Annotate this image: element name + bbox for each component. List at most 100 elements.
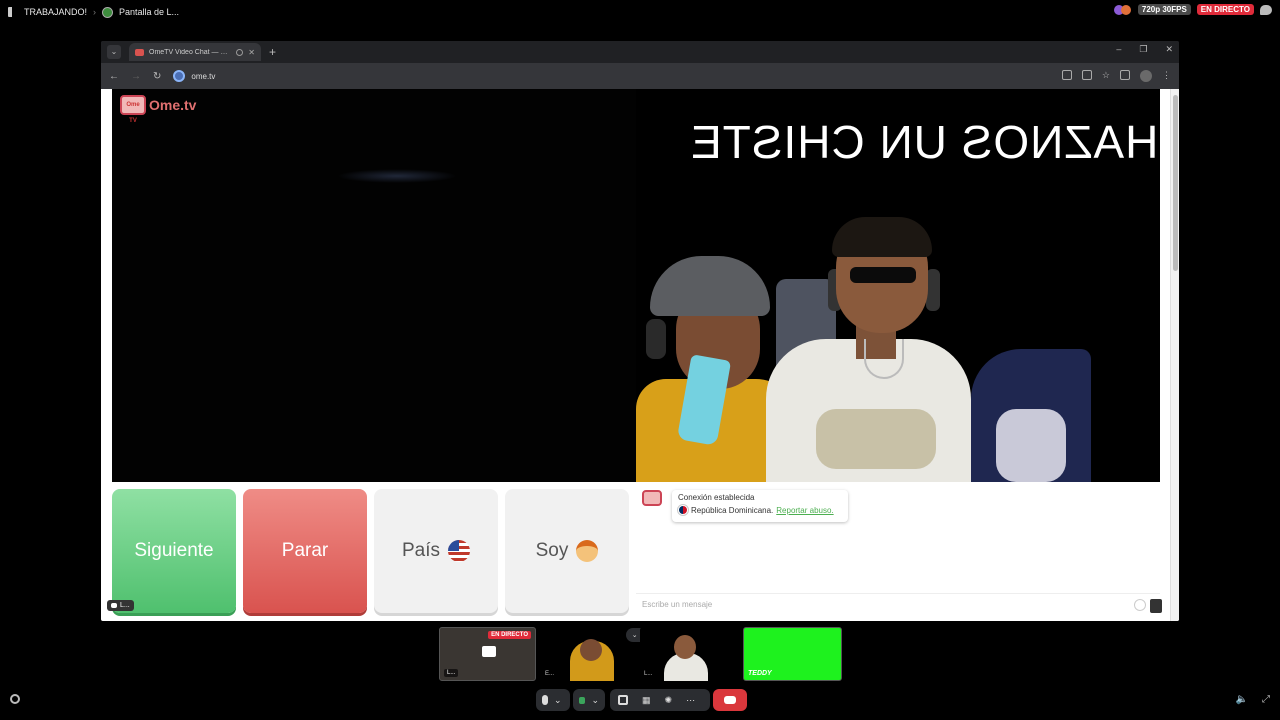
ometv-logo-icon: Ome TV xyxy=(120,95,146,124)
tools-group: ▦ ✺ ⋯ xyxy=(610,689,710,711)
gender-button[interactable]: Soy xyxy=(505,489,629,613)
activity-icon[interactable] xyxy=(10,694,20,704)
address-bar[interactable]: ome.tv xyxy=(173,70,215,82)
browser-window: ⌄ OmeTV Video Chat — Ome ✕ + – ❐ ✕ ← → ↻… xyxy=(101,41,1179,621)
next-label: Siguiente xyxy=(134,540,214,561)
call-controls: ⌄ ⌄ ▦ ✺ ⋯ 🔈 ⤢ xyxy=(0,686,1280,716)
local-video: Ome TV Ome.tv xyxy=(112,89,636,482)
screen-share-icon xyxy=(102,6,114,18)
remote-video: HAZNOS UN CHISTE xyxy=(636,89,1160,482)
url-text: ome.tv xyxy=(191,71,216,81)
browser-toolbar: ← → ↻ ome.tv ☆ ⋮ xyxy=(101,63,1179,89)
profile-avatar[interactable] xyxy=(1140,70,1152,82)
participant-tile-green[interactable]: TEDDY xyxy=(743,627,842,681)
stop-label: Parar xyxy=(281,540,329,561)
boy-emoji-icon xyxy=(576,540,599,562)
chat-panel: Conexión establecida República Dominican… xyxy=(636,482,1162,621)
next-button[interactable]: Siguiente xyxy=(112,489,236,613)
tab-search-icon[interactable]: ⌄ xyxy=(107,45,121,59)
ometv-logo[interactable]: Ome TV Ome.tv xyxy=(120,95,196,124)
chair-panel xyxy=(996,409,1066,482)
volume-icon[interactable]: 🔈 xyxy=(1236,694,1248,705)
volume-icon[interactable] xyxy=(8,7,18,17)
disconnect-button[interactable] xyxy=(713,689,747,711)
soundboard-icon[interactable]: ✺ xyxy=(665,695,673,706)
chain xyxy=(864,339,904,379)
more-options-icon[interactable]: ⋯ xyxy=(686,695,695,706)
tile-live-badge: EN DIRECTO xyxy=(488,631,531,639)
reload-icon[interactable]: ↻ xyxy=(153,71,161,82)
tile-label: L... xyxy=(644,671,653,677)
quality-badge: 720p 30FPS xyxy=(1137,4,1191,15)
tile-label: E... xyxy=(545,671,555,677)
extensions-icon[interactable] xyxy=(1120,70,1130,80)
scroll-thumb[interactable] xyxy=(1173,95,1178,271)
tab-ometv[interactable]: OmeTV Video Chat — Ome ✕ xyxy=(129,43,261,61)
maximize-icon[interactable]: ❐ xyxy=(1139,44,1147,55)
camera-button[interactable]: ⌄ xyxy=(573,689,605,711)
menu-icon[interactable]: ⋮ xyxy=(1162,70,1171,82)
fullscreen-icon[interactable]: ⤢ xyxy=(1262,694,1270,705)
sunglasses xyxy=(850,267,916,283)
participant-badge: L... xyxy=(107,600,134,611)
live-badge: EN DIRECTO xyxy=(1196,4,1254,15)
cast-icon[interactable] xyxy=(1061,70,1072,80)
cap xyxy=(650,256,770,316)
activities-icon[interactable]: ▦ xyxy=(642,695,651,706)
close-tab-icon[interactable]: ✕ xyxy=(248,48,255,57)
connection-status: Conexión establecida xyxy=(678,493,755,502)
site-info-icon[interactable] xyxy=(173,70,186,82)
participant-strip: EN DIRECTO L... E... ⌄ 👤 L... TEDDY xyxy=(0,623,1280,683)
stream-title: Pantalla de L... xyxy=(119,7,180,17)
zoom-icon[interactable] xyxy=(1150,599,1162,613)
soy-label: Soy xyxy=(535,540,569,561)
video-glint xyxy=(337,169,457,183)
audio-playing-icon[interactable] xyxy=(236,48,244,56)
minimize-icon[interactable]: – xyxy=(1116,44,1121,55)
tile-label: L... xyxy=(444,669,459,677)
camera-icon xyxy=(579,696,586,704)
chevron-down-icon[interactable]: ⌄ xyxy=(591,695,599,706)
chat-icon xyxy=(482,646,496,657)
page-scrollbar[interactable] xyxy=(1170,89,1179,621)
us-flag-icon xyxy=(448,540,471,562)
message-placeholder: Escribe un mensaje xyxy=(642,600,713,609)
chevron-down-icon[interactable]: ⌄ xyxy=(554,695,562,706)
participant-tile[interactable]: L... xyxy=(640,627,730,681)
shirt-print xyxy=(816,409,936,469)
translate-icon[interactable] xyxy=(1081,70,1092,80)
close-window-icon[interactable]: ✕ xyxy=(1165,44,1173,55)
system-message: Conexión establecida República Dominican… xyxy=(672,490,848,522)
headset-right-cup xyxy=(926,269,940,311)
viewers-icon[interactable] xyxy=(1113,4,1132,15)
partner-country: República Dominicana. xyxy=(691,505,774,515)
overlay-caption: HAZNOS UN CHISTE xyxy=(689,116,1158,168)
country-button[interactable]: País xyxy=(374,489,498,613)
emoji-picker-icon[interactable] xyxy=(1134,599,1146,611)
controls-area: Siguiente Parar País Soy L... xyxy=(107,489,636,615)
participant-head xyxy=(580,639,602,661)
tile-label: TEDDY xyxy=(748,670,772,677)
mic-button[interactable]: ⌄ xyxy=(536,689,570,711)
ometv-avatar-icon xyxy=(642,490,662,506)
share-screen-icon[interactable] xyxy=(618,695,628,705)
report-abuse-link[interactable]: Reportar abuso. xyxy=(776,506,833,515)
message-input[interactable]: Escribe un mensaje xyxy=(636,593,1160,615)
hair xyxy=(832,217,932,257)
headset xyxy=(646,319,666,359)
stream-top-bar: TRABAJANDO! › Pantalla de L... 720p 30FP… xyxy=(0,0,1280,24)
dominican-flag-icon xyxy=(677,504,689,516)
microphone-icon xyxy=(542,695,548,705)
participant-tile[interactable]: E... xyxy=(540,627,625,681)
separator: › xyxy=(93,7,97,17)
country-label: País xyxy=(401,540,441,561)
stop-button[interactable]: Parar xyxy=(243,489,367,613)
participant-tile-stream[interactable]: EN DIRECTO L... xyxy=(439,627,536,681)
bookmark-star-icon[interactable]: ☆ xyxy=(1102,70,1110,82)
new-tab-icon[interactable]: + xyxy=(269,45,276,59)
ometv-favicon-icon xyxy=(135,48,144,56)
participant-head xyxy=(674,635,696,659)
forward-icon[interactable]: → xyxy=(131,71,141,82)
chat-icon[interactable] xyxy=(1260,4,1272,15)
back-icon[interactable]: ← xyxy=(109,71,119,82)
